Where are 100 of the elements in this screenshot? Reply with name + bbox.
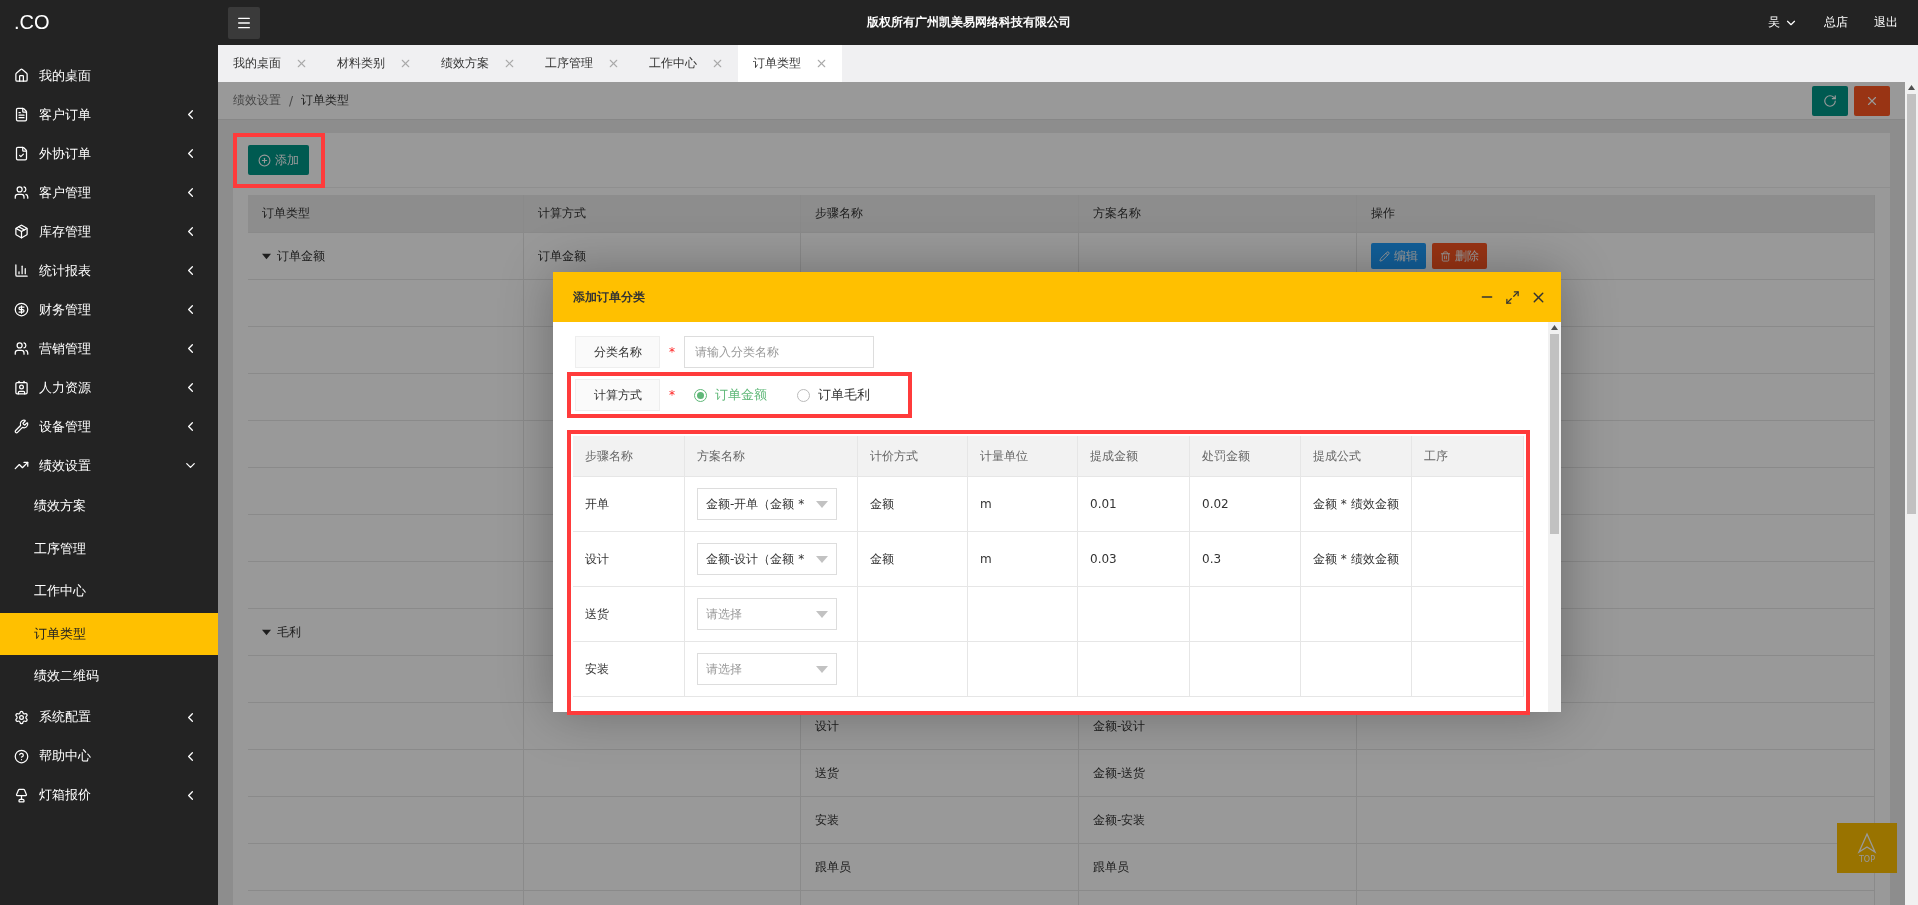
plus-icon xyxy=(258,153,271,167)
column-header: 工序 xyxy=(1424,448,1448,465)
column-header: 方案名称 xyxy=(697,448,745,465)
table-cell: 订单金额 xyxy=(277,247,325,265)
select-field[interactable]: 金额-开单（金额 * xyxy=(697,488,837,520)
maximize-icon[interactable] xyxy=(1505,289,1520,305)
tab[interactable]: 工序管理 xyxy=(530,45,634,82)
sidebar-item[interactable]: 财务管理 xyxy=(0,290,218,329)
column-header: 方案名称 xyxy=(1093,205,1141,222)
table-cell: 安装 xyxy=(815,811,839,829)
tab[interactable]: 工作中心 xyxy=(634,45,738,82)
column-header: 处罚金额 xyxy=(1202,448,1250,465)
column-header: 计量单位 xyxy=(980,448,1028,465)
pencil-icon xyxy=(1379,250,1390,262)
table-cell: 金额-安装 xyxy=(1093,811,1146,829)
people-icon xyxy=(14,185,29,200)
required-mark: * xyxy=(668,345,676,359)
table-cell-text: 送货 xyxy=(585,606,609,623)
sidebar-item[interactable]: 设备管理 xyxy=(0,407,218,446)
scrollbar[interactable] xyxy=(1905,82,1918,905)
sidebar-item[interactable]: 我的桌面 xyxy=(0,56,218,95)
column-header: 订单类型 xyxy=(262,205,310,222)
wrench-icon xyxy=(14,419,29,434)
sidebar-item[interactable]: 外协订单 xyxy=(0,134,218,173)
refresh-icon xyxy=(1823,93,1837,108)
table-cell-text: 开单 xyxy=(585,496,609,513)
table-cell-text: 设计 xyxy=(585,551,609,568)
scroll-up-icon[interactable] xyxy=(1551,325,1558,330)
table-cell-text: 安装 xyxy=(585,661,609,678)
breadcrumb-item[interactable]: 订单类型 xyxy=(301,92,350,109)
table-cell-text: 0.3 xyxy=(1202,551,1222,568)
table-cell-text: 0.02 xyxy=(1202,496,1229,513)
scroll-up-icon[interactable] xyxy=(1908,85,1915,90)
table-cell: 送货 xyxy=(815,764,839,782)
table-cell: 毛利 xyxy=(277,623,301,641)
sidebar-item[interactable]: 绩效设置 xyxy=(0,446,218,485)
sidebar-item[interactable]: 营销管理 xyxy=(0,329,218,368)
field-label: 分类名称 xyxy=(575,336,660,368)
dialog-title: 添加订单分类 xyxy=(573,288,646,306)
sidebar-item[interactable]: 帮助中心 xyxy=(0,736,218,776)
column-header: 计算方式 xyxy=(538,205,586,222)
caret-icon xyxy=(816,665,828,673)
sidebar-item[interactable]: 客户管理 xyxy=(0,173,218,212)
settings-icon xyxy=(14,709,29,725)
help-icon xyxy=(14,748,29,764)
sidebar-subitem[interactable]: 工序管理 xyxy=(0,527,218,570)
logo: .CO xyxy=(13,10,51,35)
logout-link[interactable]: 退出 xyxy=(1874,14,1898,31)
table-cell: 设计 xyxy=(815,717,839,735)
table-cell-text: 金额 xyxy=(870,551,894,568)
header-title: 版权所有广州凯美易网络科技有限公司 xyxy=(866,14,1072,31)
table-cell: 订单金额 xyxy=(538,247,586,265)
close-button[interactable] xyxy=(1854,85,1890,116)
table-cell-text: m xyxy=(980,551,992,568)
sidebar-subitem[interactable]: 绩效二维码 xyxy=(0,655,218,698)
people-icon xyxy=(14,341,29,356)
tab[interactable]: 我的桌面 xyxy=(218,45,322,82)
sidebar-item[interactable]: 库存管理 xyxy=(0,212,218,251)
caret-icon[interactable] xyxy=(262,251,271,261)
table-cell: 跟单员 xyxy=(1093,858,1129,876)
sidebar-subitem[interactable]: 订单类型 xyxy=(0,612,218,655)
table-cell-text: 0.03 xyxy=(1090,551,1117,568)
sidebar-item[interactable]: 客户订单 xyxy=(0,95,218,134)
tab[interactable]: 绩效方案 xyxy=(426,45,530,82)
name-input[interactable]: 请输入分类名称 xyxy=(684,336,874,368)
document-icon xyxy=(14,107,29,122)
caret-icon xyxy=(816,500,828,508)
document-check-icon xyxy=(14,146,29,161)
scrollbar[interactable] xyxy=(1548,322,1561,712)
column-header: 提成金额 xyxy=(1090,448,1138,465)
menu-button[interactable] xyxy=(228,6,260,39)
caret-icon[interactable] xyxy=(262,627,271,637)
lamp-icon xyxy=(14,787,29,803)
user-menu[interactable]: 吴 xyxy=(1768,14,1798,31)
home-icon xyxy=(14,68,29,83)
breadcrumb-separator: / xyxy=(289,93,294,108)
sidebar-item[interactable]: 灯箱报价 xyxy=(0,775,218,815)
bar-chart-icon xyxy=(14,263,29,278)
tab[interactable]: 订单类型 xyxy=(738,45,842,82)
table-cell-text: 0.01 xyxy=(1090,496,1117,513)
sidebar-subitem[interactable]: 绩效方案 xyxy=(0,485,218,528)
sidebar-item[interactable]: 统计报表 xyxy=(0,251,218,290)
sidebar-item[interactable]: 系统配置 xyxy=(0,697,218,737)
table-cell: 跟单员 xyxy=(815,858,851,876)
trash-icon xyxy=(1440,250,1451,262)
radio-option[interactable]: 订单毛利 xyxy=(797,386,870,404)
table-cell-text: 金额 * 绩效金额 xyxy=(1313,551,1399,568)
refresh-button[interactable] xyxy=(1812,85,1848,116)
contact-card-icon xyxy=(14,380,29,395)
required-mark: * xyxy=(668,388,676,402)
store-link[interactable]: 总店 xyxy=(1824,14,1848,31)
table-cell-text: 金额 xyxy=(870,496,894,513)
sidebar-subitem[interactable]: 工作中心 xyxy=(0,570,218,613)
table-cell-text: 金额 * 绩效金额 xyxy=(1313,496,1399,513)
column-header: 步骤名称 xyxy=(585,448,633,465)
tab[interactable]: 材料类别 xyxy=(322,45,426,82)
column-header: 步骤名称 xyxy=(815,205,863,222)
select-field[interactable]: 金额-设计（金额 * xyxy=(697,543,837,575)
column-header: 计价方式 xyxy=(870,448,918,465)
sidebar-item[interactable]: 人力资源 xyxy=(0,368,218,407)
